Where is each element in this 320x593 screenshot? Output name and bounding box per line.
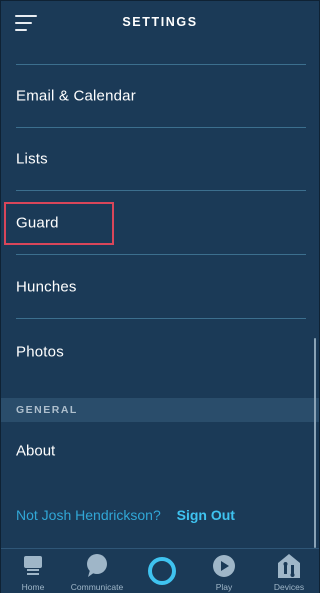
tab-devices[interactable]: Devices xyxy=(267,549,311,593)
account-prompt: Not Josh Hendrickson? xyxy=(16,507,161,523)
account-line: Not Josh Hendrickson? Sign Out xyxy=(16,507,235,523)
tab-label: Devices xyxy=(273,582,305,592)
devices-icon xyxy=(278,554,300,578)
settings-item-label: Email & Calendar xyxy=(16,87,136,105)
sign-out-link[interactable]: Sign Out xyxy=(177,507,235,523)
chat-bubble-icon xyxy=(87,554,107,577)
tab-label: Communicate xyxy=(70,582,124,592)
settings-item-lists[interactable]: Lists xyxy=(16,128,306,191)
section-header-general: GENERAL xyxy=(1,398,319,422)
tab-home[interactable]: Home xyxy=(11,549,55,593)
tab-label: Home xyxy=(21,582,45,592)
page-title: SETTINGS xyxy=(122,15,198,29)
settings-item-label: About xyxy=(16,442,56,460)
settings-item-photos[interactable]: Photos xyxy=(16,320,306,383)
section-label: GENERAL xyxy=(16,404,78,416)
home-icon xyxy=(24,556,42,575)
top-bar: SETTINGS xyxy=(1,1,319,47)
scrollbar[interactable] xyxy=(314,338,316,548)
tab-alexa[interactable] xyxy=(140,549,184,593)
tab-play[interactable]: Play xyxy=(202,549,246,593)
settings-item-email-calendar[interactable]: Email & Calendar xyxy=(16,65,306,128)
tab-label: Play xyxy=(215,582,233,592)
play-icon xyxy=(213,555,235,577)
bottom-tab-bar: Home Communicate Play Devices xyxy=(1,548,319,593)
settings-item-hunches[interactable]: Hunches xyxy=(16,256,306,319)
settings-item-about[interactable]: About xyxy=(16,422,306,480)
highlight-box xyxy=(4,202,114,245)
settings-item-label: Photos xyxy=(16,343,64,360)
tab-communicate[interactable]: Communicate xyxy=(65,549,129,593)
alexa-ring-icon xyxy=(148,557,176,585)
settings-item-label: Hunches xyxy=(16,278,77,296)
settings-item-label: Lists xyxy=(16,150,48,168)
